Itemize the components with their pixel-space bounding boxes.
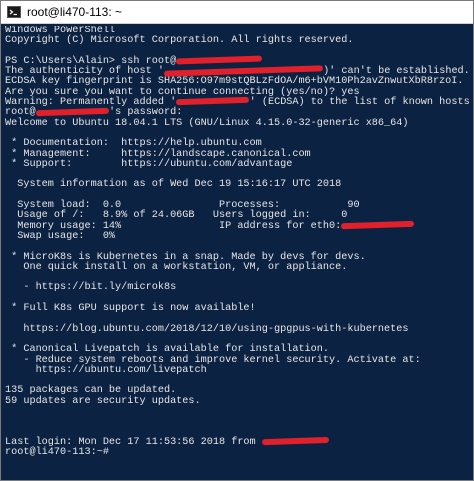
terminal-line: Welcome to Ubuntu 18.04.1 LTS (GNU/Linux… [5, 117, 471, 129]
terminal-line-text: Welcome to Ubuntu 18.04.1 LTS (GNU/Linux… [5, 117, 409, 129]
terminal-line-text: Copyright (C) Microsoft Corporation. All… [5, 35, 354, 47]
terminal-line: Warning: Permanently added ' ' (ECDSA) to… [5, 97, 471, 109]
terminal-line-text: https://ubuntu.com/livepatch [5, 364, 207, 376]
terminal-line-text: One quick install on a workstation, VM, … [5, 261, 348, 273]
terminal-line: - https://bit.ly/microk8s [5, 283, 471, 293]
window-title: root@li470-113: ~ [27, 5, 123, 19]
terminal-line-text: https://blog.ubuntu.com/2018/12/10/using… [5, 323, 409, 335]
terminal-line: https://ubuntu.com/livepatch [5, 364, 471, 376]
terminal-line: Copyright (C) Microsoft Corporation. All… [5, 36, 471, 46]
terminal-window: root@li470-113: ~ Windows PowerShell Copy… [0, 0, 474, 481]
terminal-line-text: * Support: https://ubuntu.com/advantage [5, 158, 293, 170]
redaction-mark [176, 55, 262, 65]
terminal-line-text: - https://bit.ly/microk8s [5, 282, 177, 294]
terminal-line: https://blog.ubuntu.com/2018/12/10/using… [5, 323, 471, 335]
terminal-line: 59 updates are security updates. [5, 395, 471, 407]
terminal-line: One quick install on a workstation, VM, … [5, 261, 471, 273]
terminal-line: System information as of Wed Dec 19 15:1… [5, 180, 471, 190]
redaction-mark [35, 107, 110, 116]
terminal-output[interactable]: Windows PowerShell Copyright (C) Microsof… [5, 26, 471, 476]
terminal-line: * Full K8s GPU support is now available! [5, 303, 471, 315]
terminal-line-text: * Full K8s GPU support is now available! [5, 303, 256, 315]
terminal-line-text: 59 updates are security updates. [5, 395, 201, 407]
terminal-line-text: root@li470-113:~# [5, 447, 109, 459]
terminal-line-text-after: ' (ECDSA) to the list of known hosts. [249, 97, 471, 109]
terminal-line: * Support: https://ubuntu.com/advantage [5, 158, 471, 170]
title-bar[interactable]: root@li470-113: ~ [1, 1, 473, 24]
redaction-mark [176, 97, 250, 106]
terminal-line-text: System information as of Wed Dec 19 15:1… [5, 179, 342, 191]
redaction-mark [163, 64, 324, 77]
terminal-line-text: Swap usage: 0% [5, 230, 116, 242]
terminal-line: root@li470-113:~# [5, 448, 471, 458]
terminal-line: Swap usage: 0% [5, 230, 471, 242]
redaction-mark [261, 437, 330, 446]
terminal-icon [7, 5, 21, 19]
redaction-mark [341, 220, 415, 230]
